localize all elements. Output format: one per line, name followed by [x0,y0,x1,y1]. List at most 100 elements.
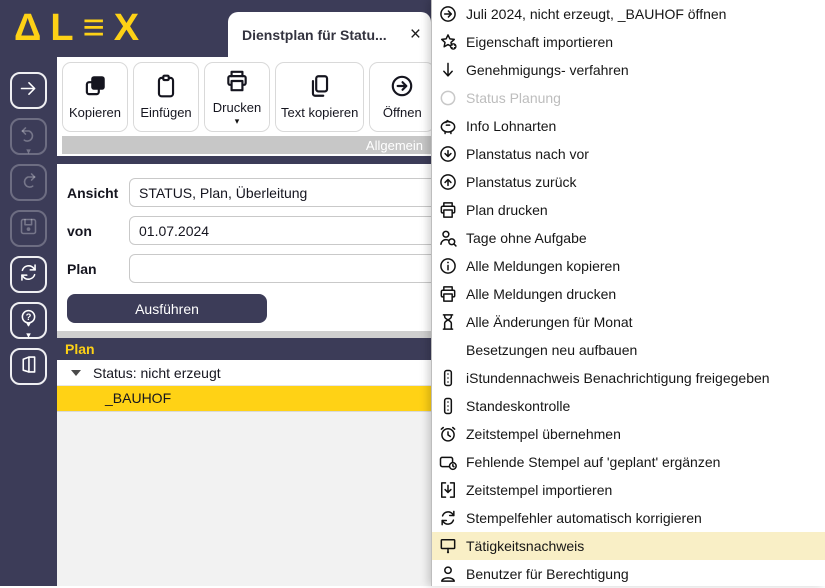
tree-empty-area [57,411,431,586]
menu-item-status-planning-label: Status Planung [466,90,561,106]
clipboard-icon [153,73,179,106]
star-plus-icon [438,32,458,52]
open-button[interactable]: Öffnen [369,62,431,132]
exit-button[interactable] [10,348,47,385]
menu-item-print-all-messages[interactable]: Alle Meldungen drucken [432,280,825,308]
paste-button[interactable]: Einfügen [133,62,199,132]
menu-item-plan-status-back[interactable]: Planstatus zurück [432,168,825,196]
main-panel: Kopieren EinfügenDrucken▾Text kopierenÖff… [57,57,431,586]
menu-item-import-timestamps[interactable]: Zeitstempel importieren [432,476,825,504]
chevron-down-icon: ▾ [26,147,31,156]
close-icon[interactable]: × [410,25,421,44]
menu-item-import-property[interactable]: Eigenschaft importieren [432,28,825,56]
copy-button[interactable]: Kopieren [62,62,128,132]
menu-item-fill-missing-stamps-label: Fehlende Stempel auf 'geplant' ergänzen [466,454,720,470]
menu-item-info-wage-types[interactable]: Info Lohnarten [432,112,825,140]
from-field-label: von [67,223,129,239]
tree-item-status[interactable]: Status: nicht erzeugt [57,360,431,386]
help-button[interactable]: ?▾ [10,302,47,339]
plan-field[interactable] [129,254,431,283]
copy-icon [82,73,108,106]
menu-item-fill-missing-stamps[interactable]: Fehlende Stempel auf 'geplant' ergänzen [432,448,825,476]
refresh-icon [438,508,458,528]
redo-icon [18,170,39,196]
circle-arrow-down-icon [438,144,458,164]
menu-item-import-timestamps-label: Zeitstempel importieren [466,482,612,498]
group-bar: Allgemein [62,136,431,154]
phone-icon [438,368,458,388]
plan-field-label: Plan [67,261,129,277]
copy-pages-icon [307,73,333,106]
menu-item-days-without-task-label: Tage ohne Aufgabe [466,230,587,246]
print-button[interactable]: Drucken▾ [204,62,270,132]
query-form: Ansicht von Plan [57,164,431,292]
view-field-row: Ansicht [67,178,431,207]
save-icon [18,216,39,242]
person-search-icon [438,228,458,248]
execute-button[interactable]: Ausführen [67,294,267,323]
save-button [10,210,47,247]
menu-item-approval-process-label: Genehmigungs- verfahren [466,62,629,78]
info-circle-icon [438,256,458,276]
icon-spacer [438,340,458,360]
person-icon [438,564,458,584]
import-box-icon [438,480,458,500]
menu-item-auto-correct-stamp-errors-label: Stempelfehler automatisch korrigieren [466,510,702,526]
menu-item-open-plan[interactable]: Juli 2024, nicht erzeugt, _BAUHOF öffnen [432,0,825,28]
menu-item-approval-process[interactable]: Genehmigungs- verfahren [432,56,825,84]
copy-text-button[interactable]: Text kopieren [275,62,364,132]
menu-item-print-plan[interactable]: Plan drucken [432,196,825,224]
menu-item-taetigkeitsnachweis[interactable]: Tätigkeitsnachweis [432,532,825,560]
menu-item-rebuild-assignments[interactable]: Besetzungen neu aufbauen [432,336,825,364]
monitor-icon [438,536,458,556]
sync-icon [18,262,39,288]
left-toolbar: ▾?▾ [0,57,57,586]
document-tab[interactable]: Dienstplan für Statu... × [228,12,431,57]
door-icon [18,354,39,380]
view-field[interactable] [129,178,431,207]
menu-item-user-for-permission-label: Benutzer für Berechtigung [466,566,629,582]
menu-item-plan-status-forward[interactable]: Planstatus nach vor [432,140,825,168]
menu-item-status-planning: Status Planung [432,84,825,112]
tree-expander-icon[interactable] [71,370,81,376]
menu-item-taetigkeitsnachweis-label: Tätigkeitsnachweis [466,538,584,554]
menu-item-copy-all-messages[interactable]: Alle Meldungen kopieren [432,252,825,280]
section-separator [57,331,431,338]
menu-item-print-all-messages-label: Alle Meldungen drucken [466,286,616,302]
go-button[interactable] [10,72,47,109]
print-button-label: Drucken [213,101,261,116]
menu-item-istundennachweis-notify-label: iStundennachweis Benachrichtigung freige… [466,370,770,386]
app-logo: ΔL≡X [14,2,148,54]
menu-item-all-changes-for-month[interactable]: Alle Änderungen für Monat [432,308,825,336]
copy-button-label: Kopieren [69,106,121,121]
refresh-button[interactable] [10,256,47,293]
menu-item-auto-correct-stamp-errors[interactable]: Stempelfehler automatisch korrigieren [432,504,825,532]
menu-item-info-wage-types-label: Info Lohnarten [466,118,556,134]
view-field-label: Ansicht [67,185,129,201]
from-field-row: von [67,216,431,245]
arrow-down-icon [438,60,458,80]
undo-button: ▾ [10,118,47,155]
menu-item-standeskontrolle-label: Standeskontrolle [466,398,570,414]
tab-title: Dienstplan für Statu... [242,27,406,43]
tree-item-bauhof[interactable]: _BAUHOF [57,386,431,411]
printer-icon [224,68,250,101]
card-clock-icon [438,452,458,472]
menu-item-standeskontrolle[interactable]: Standeskontrolle [432,392,825,420]
menu-item-import-property-label: Eigenschaft importieren [466,34,613,50]
context-menu: Juli 2024, nicht erzeugt, _BAUHOF öffnen… [431,0,825,586]
chevron-down-icon: ▾ [26,331,31,340]
menu-item-open-plan-label: Juli 2024, nicht erzeugt, _BAUHOF öffnen [466,6,726,22]
menu-item-days-without-task[interactable]: Tage ohne Aufgabe [432,224,825,252]
circle-arrow-right-icon [438,4,458,24]
redo-button [10,164,47,201]
menu-item-istundennachweis-notify[interactable]: iStundennachweis Benachrichtigung freige… [432,364,825,392]
tree-header: Plan [57,338,431,360]
menu-item-all-changes-for-month-label: Alle Änderungen für Monat [466,314,633,330]
hourglass-icon [438,312,458,332]
menu-item-apply-timestamps[interactable]: Zeitstempel übernehmen [432,420,825,448]
plan-field-row: Plan [67,254,431,283]
from-field[interactable] [129,216,431,245]
menu-item-user-for-permission[interactable]: Benutzer für Berechtigung [432,560,825,588]
menu-item-rebuild-assignments-label: Besetzungen neu aufbauen [466,342,637,358]
